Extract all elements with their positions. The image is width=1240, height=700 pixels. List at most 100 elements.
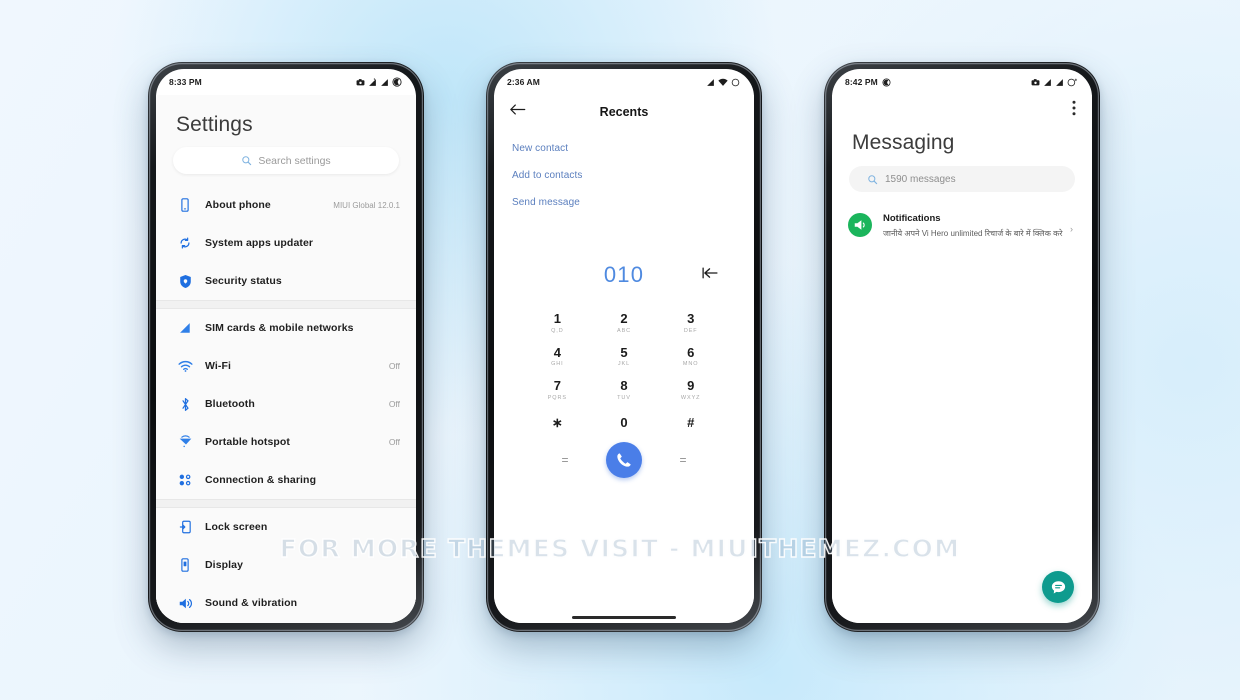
settings-item-value: Off (388, 437, 400, 447)
dialer-action-links: New contact Add to contacts Send message (494, 129, 754, 216)
dialpad-bottom-row: = = (494, 442, 754, 479)
dialpad-key-0[interactable]: 0 (591, 407, 658, 439)
status-bar-time: 8:33 PM (169, 77, 202, 87)
back-arrow-icon[interactable] (510, 103, 526, 121)
dialpad: 1 Q,D 2 ABC 3 DEF 4 GHI 5 JKL 6 MNO 7 PQ… (494, 292, 754, 438)
phone-mockup-settings: 8:33 PM Settings Search settings About p… (148, 62, 424, 632)
settings-group-connectivity: SIM cards & mobile networks Wi-Fi Off Bl… (156, 309, 416, 499)
status-bar: 8:33 PM (156, 69, 416, 95)
camera-icon (1031, 78, 1040, 85)
sidebar-item-bluetooth[interactable]: Bluetooth Off (156, 385, 416, 423)
dialpad-row: 4 GHI 5 JKL 6 MNO (524, 340, 724, 374)
dialpad-key-8[interactable]: 8 TUV (591, 373, 658, 407)
dialpad-left-menu[interactable]: = (524, 453, 606, 467)
dialpad-key-7[interactable]: 7 PQRS (524, 373, 591, 407)
dialpad-key-3[interactable]: 3 DEF (657, 306, 724, 340)
dialpad-digit: 2 (620, 311, 628, 326)
do-not-disturb-icon (882, 78, 891, 86)
display-icon (174, 558, 196, 572)
sidebar-item-sound-vibration[interactable]: Sound & vibration (156, 584, 416, 622)
sidebar-item-about-phone[interactable]: About phone MIUI Global 12.0.1 (156, 186, 416, 224)
dialpad-key-star[interactable]: ∗ (524, 407, 591, 439)
battery-icon (731, 78, 740, 86)
settings-item-label: Wi-Fi (205, 360, 232, 372)
dialpad-key-1[interactable]: 1 Q,D (524, 306, 591, 340)
new-message-button[interactable] (1042, 571, 1074, 603)
search-messages-input[interactable]: 1590 messages (849, 166, 1075, 192)
signal-bars-icon (1056, 78, 1063, 86)
settings-item-value: Off (388, 399, 400, 409)
backspace-icon[interactable] (702, 266, 718, 284)
signal-bars-icon (381, 78, 388, 86)
status-bar-time: 2:36 AM (507, 77, 540, 87)
dialpad-digit: ∗ (551, 414, 563, 430)
wifi-icon (174, 360, 196, 373)
dialpad-letters: WXYZ (680, 394, 701, 401)
sidebar-item-portable-hotspot[interactable]: Portable hotspot Off (156, 423, 416, 461)
phone-mockup-dialer: 2:36 AM Recents New contact Add to conta… (486, 62, 762, 632)
signal-icon (174, 321, 196, 335)
settings-item-label: SIM cards & mobile networks (205, 322, 354, 334)
sidebar-item-connection-sharing[interactable]: Connection & sharing (156, 461, 416, 499)
settings-item-value: MIUI Global 12.0.1 (333, 200, 400, 210)
dialed-number-row: 010 (494, 258, 754, 292)
hotspot-icon (174, 435, 196, 449)
camera-icon (356, 78, 365, 85)
new-contact-link[interactable]: New contact (512, 135, 754, 162)
dialpad-key-2[interactable]: 2 ABC (591, 306, 658, 340)
dialpad-key-9[interactable]: 9 WXYZ (657, 373, 724, 407)
dialpad-letters: PQRS (547, 394, 567, 401)
settings-item-label: Connection & sharing (205, 474, 317, 486)
settings-item-label: Security status (205, 275, 282, 287)
sidebar-item-display[interactable]: Display (156, 546, 416, 584)
list-item-body: Notifications जानीये अपने Vi Hero unlimi… (872, 208, 1070, 240)
send-message-link[interactable]: Send message (512, 189, 754, 216)
dialpad-row: 1 Q,D 2 ABC 3 DEF (524, 306, 724, 340)
search-placeholder: 1590 messages (885, 173, 956, 185)
dialpad-key-hash[interactable]: # (657, 407, 724, 439)
group-divider (156, 499, 416, 508)
settings-item-label: System apps updater (205, 237, 314, 249)
dialed-number[interactable]: 010 (604, 262, 644, 288)
dialpad-digit: 0 (620, 414, 628, 430)
messaging-content: Messaging 1590 messages Notifications जा… (832, 95, 1092, 623)
settings-group-personalization: Lock screen Display Sound & vibration (156, 508, 416, 622)
dialer-content: Recents New contact Add to contacts Send… (494, 95, 754, 623)
do-not-disturb-icon (392, 77, 402, 87)
search-placeholder: Search settings (258, 154, 331, 167)
sidebar-item-sim-cards[interactable]: SIM cards & mobile networks (156, 309, 416, 347)
dialpad-key-5[interactable]: 5 JKL (591, 340, 658, 374)
phone-call-icon (617, 453, 631, 468)
more-vertical-icon[interactable] (1072, 100, 1076, 121)
add-to-contacts-link[interactable]: Add to contacts (512, 162, 754, 189)
call-button[interactable] (606, 442, 642, 479)
chevron-right-icon: › (1070, 224, 1073, 234)
sidebar-item-wifi[interactable]: Wi-Fi Off (156, 347, 416, 385)
sidebar-item-security-status[interactable]: Security status (156, 262, 416, 300)
dialer-header: Recents (494, 95, 754, 129)
phone-device-icon (174, 198, 196, 212)
settings-item-label: Portable hotspot (205, 436, 291, 448)
dialpad-key-6[interactable]: 6 MNO (657, 340, 724, 374)
page-title: Messaging (852, 131, 955, 154)
dialpad-letters: MNO (682, 361, 699, 368)
search-settings-input[interactable]: Search settings (173, 147, 399, 174)
dialpad-right-menu[interactable]: = (642, 453, 724, 467)
dialpad-key-4[interactable]: 4 GHI (524, 340, 591, 374)
dialpad-row: 7 PQRS 8 TUV 9 WXYZ (524, 373, 724, 407)
settings-item-label: Sound & vibration (205, 597, 298, 609)
dialpad-digit: 3 (687, 311, 695, 326)
sidebar-item-system-apps-updater[interactable]: System apps updater (156, 224, 416, 262)
gesture-navigation-bar[interactable] (572, 616, 676, 619)
list-item[interactable]: Notifications जानीये अपने Vi Hero unlimi… (832, 208, 1092, 240)
sound-icon (174, 597, 196, 610)
status-bar: 2:36 AM (494, 69, 754, 95)
dialpad-letters: Q,D (551, 327, 564, 334)
page-title: Settings (176, 113, 253, 136)
dialpad-letters: GHI (551, 361, 564, 368)
sidebar-item-lock-screen[interactable]: Lock screen (156, 508, 416, 546)
dialpad-digit: # (687, 414, 695, 430)
settings-item-label: Bluetooth (205, 398, 255, 410)
settings-item-label: Lock screen (205, 521, 268, 533)
dialpad-digit: 5 (620, 344, 628, 360)
